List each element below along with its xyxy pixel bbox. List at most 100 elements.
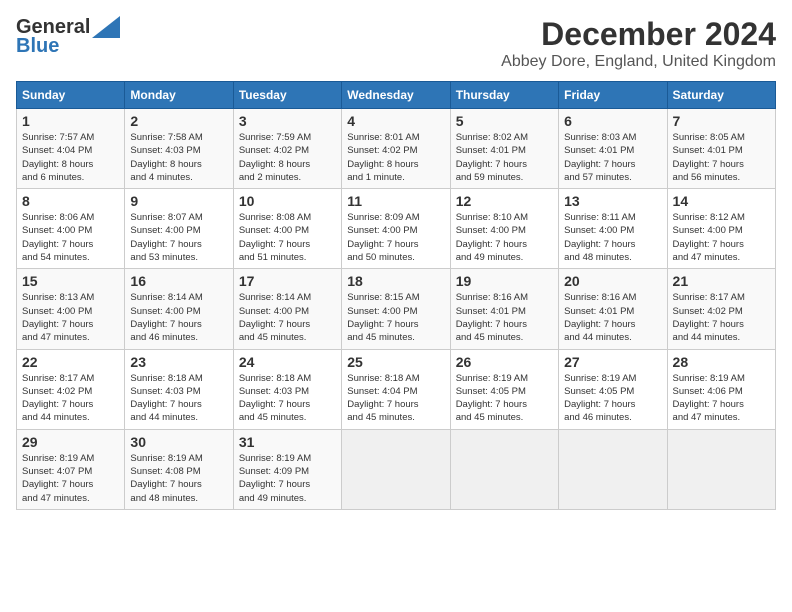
day-number: 9: [130, 193, 227, 209]
day-number: 14: [673, 193, 770, 209]
calendar-week-row: 29 Sunrise: 8:19 AMSunset: 4:07 PMDayligh…: [17, 429, 776, 509]
calendar-day-cell: 20 Sunrise: 8:16 AMSunset: 4:01 PMDayligh…: [559, 269, 667, 349]
calendar-week-row: 22 Sunrise: 8:17 AMSunset: 4:02 PMDayligh…: [17, 349, 776, 429]
day-number: 1: [22, 113, 119, 129]
calendar-day-cell: 15Sunrise: 8:13 AMSunset: 4:00 PMDayligh…: [17, 269, 125, 349]
calendar-header-row: SundayMondayTuesdayWednesdayThursdayFrid…: [17, 82, 776, 109]
day-info: Sunrise: 7:58 AMSunset: 4:03 PMDaylight:…: [130, 132, 202, 183]
day-number: 16: [130, 273, 227, 289]
calendar-day-cell: 25 Sunrise: 8:18 AMSunset: 4:04 PMDayligh…: [342, 349, 450, 429]
day-number: 31: [239, 434, 336, 450]
calendar-day-cell: 4 Sunrise: 8:01 AMSunset: 4:02 PMDaylight…: [342, 109, 450, 189]
calendar-day-cell: 23Sunrise: 8:18 AMSunset: 4:03 PMDayligh…: [125, 349, 233, 429]
day-number: 4: [347, 113, 444, 129]
column-header-friday: Friday: [559, 82, 667, 109]
day-info: Sunrise: 8:16 AMSunset: 4:01 PMDaylight:…: [564, 292, 636, 343]
calendar-empty-cell: [342, 429, 450, 509]
day-info: Sunrise: 8:02 AMSunset: 4:01 PMDaylight:…: [456, 132, 528, 183]
main-title: December 2024: [501, 16, 776, 53]
calendar-empty-cell: [450, 429, 558, 509]
calendar-week-row: 15Sunrise: 8:13 AMSunset: 4:00 PMDayligh…: [17, 269, 776, 349]
calendar-week-row: 1Sunrise: 7:57 AMSunset: 4:04 PMDaylight…: [17, 109, 776, 189]
day-info: Sunrise: 8:01 AMSunset: 4:02 PMDaylight:…: [347, 132, 419, 183]
title-area: December 2024 Abbey Dore, England, Unite…: [501, 16, 776, 71]
logo: General Blue: [16, 16, 120, 56]
calendar-day-cell: 11 Sunrise: 8:09 AMSunset: 4:00 PMDayligh…: [342, 189, 450, 269]
day-number: 25: [347, 354, 444, 370]
day-info: Sunrise: 8:19 AMSunset: 4:08 PMDaylight:…: [130, 453, 202, 504]
day-info: Sunrise: 8:15 AMSunset: 4:00 PMDaylight:…: [347, 292, 419, 343]
day-info: Sunrise: 8:19 AMSunset: 4:05 PMDaylight:…: [456, 373, 528, 424]
column-header-monday: Monday: [125, 82, 233, 109]
column-header-wednesday: Wednesday: [342, 82, 450, 109]
day-info: Sunrise: 8:12 AMSunset: 4:00 PMDaylight:…: [673, 212, 745, 263]
logo-icon: [92, 16, 120, 38]
day-info: Sunrise: 7:59 AMSunset: 4:02 PMDaylight:…: [239, 132, 311, 183]
column-header-sunday: Sunday: [17, 82, 125, 109]
day-info: Sunrise: 8:11 AMSunset: 4:00 PMDaylight:…: [564, 212, 636, 263]
day-number: 20: [564, 273, 661, 289]
column-header-saturday: Saturday: [667, 82, 775, 109]
calendar-day-cell: 10Sunrise: 8:08 AMSunset: 4:00 PMDayligh…: [233, 189, 341, 269]
day-info: Sunrise: 8:19 AMSunset: 4:06 PMDaylight:…: [673, 373, 745, 424]
day-number: 26: [456, 354, 553, 370]
day-info: Sunrise: 8:13 AMSunset: 4:00 PMDaylight:…: [22, 292, 94, 343]
calendar-day-cell: 7Sunrise: 8:05 AMSunset: 4:01 PMDaylight…: [667, 109, 775, 189]
day-info: Sunrise: 8:10 AMSunset: 4:00 PMDaylight:…: [456, 212, 528, 263]
calendar-empty-cell: [559, 429, 667, 509]
day-number: 11: [347, 193, 444, 209]
day-number: 24: [239, 354, 336, 370]
calendar-day-cell: 27 Sunrise: 8:19 AMSunset: 4:05 PMDayligh…: [559, 349, 667, 429]
calendar-day-cell: 13 Sunrise: 8:11 AMSunset: 4:00 PMDayligh…: [559, 189, 667, 269]
day-info: Sunrise: 8:18 AMSunset: 4:03 PMDaylight:…: [239, 373, 311, 424]
day-number: 6: [564, 113, 661, 129]
day-number: 22: [22, 354, 119, 370]
day-info: Sunrise: 8:07 AMSunset: 4:00 PMDaylight:…: [130, 212, 202, 263]
calendar-day-cell: 2 Sunrise: 7:58 AMSunset: 4:03 PMDaylight…: [125, 109, 233, 189]
day-number: 29: [22, 434, 119, 450]
day-info: Sunrise: 8:03 AMSunset: 4:01 PMDaylight:…: [564, 132, 636, 183]
day-number: 5: [456, 113, 553, 129]
day-info: Sunrise: 8:19 AMSunset: 4:05 PMDaylight:…: [564, 373, 636, 424]
day-number: 21: [673, 273, 770, 289]
calendar-day-cell: 21 Sunrise: 8:17 AMSunset: 4:02 PMDayligh…: [667, 269, 775, 349]
day-number: 30: [130, 434, 227, 450]
day-info: Sunrise: 8:17 AMSunset: 4:02 PMDaylight:…: [673, 292, 745, 343]
day-info: Sunrise: 8:05 AMSunset: 4:01 PMDaylight:…: [673, 132, 745, 183]
calendar-day-cell: 8Sunrise: 8:06 AMSunset: 4:00 PMDaylight…: [17, 189, 125, 269]
day-number: 27: [564, 354, 661, 370]
day-info: Sunrise: 8:08 AMSunset: 4:00 PMDaylight:…: [239, 212, 311, 263]
calendar-day-cell: 3 Sunrise: 7:59 AMSunset: 4:02 PMDaylight…: [233, 109, 341, 189]
day-info: Sunrise: 8:18 AMSunset: 4:03 PMDaylight:…: [130, 373, 202, 424]
column-header-thursday: Thursday: [450, 82, 558, 109]
calendar-day-cell: 14 Sunrise: 8:12 AMSunset: 4:00 PMDayligh…: [667, 189, 775, 269]
day-number: 19: [456, 273, 553, 289]
day-info: Sunrise: 8:06 AMSunset: 4:00 PMDaylight:…: [22, 212, 94, 263]
day-info: Sunrise: 8:18 AMSunset: 4:04 PMDaylight:…: [347, 373, 419, 424]
calendar-day-cell: 12Sunrise: 8:10 AMSunset: 4:00 PMDayligh…: [450, 189, 558, 269]
day-info: Sunrise: 8:09 AMSunset: 4:00 PMDaylight:…: [347, 212, 419, 263]
day-number: 13: [564, 193, 661, 209]
calendar-day-cell: 1Sunrise: 7:57 AMSunset: 4:04 PMDaylight…: [17, 109, 125, 189]
logo-blue-text: Blue: [16, 36, 59, 56]
day-number: 17: [239, 273, 336, 289]
day-info: Sunrise: 8:14 AMSunset: 4:00 PMDaylight:…: [239, 292, 311, 343]
calendar-table: SundayMondayTuesdayWednesdayThursdayFrid…: [16, 81, 776, 510]
calendar-week-row: 8Sunrise: 8:06 AMSunset: 4:00 PMDaylight…: [17, 189, 776, 269]
day-number: 2: [130, 113, 227, 129]
calendar-day-cell: 26 Sunrise: 8:19 AMSunset: 4:05 PMDayligh…: [450, 349, 558, 429]
day-number: 18: [347, 273, 444, 289]
calendar-day-cell: 28Sunrise: 8:19 AMSunset: 4:06 PMDayligh…: [667, 349, 775, 429]
day-info: Sunrise: 8:19 AMSunset: 4:07 PMDaylight:…: [22, 453, 94, 504]
calendar-empty-cell: [667, 429, 775, 509]
calendar-day-cell: 16Sunrise: 8:14 AMSunset: 4:00 PMDayligh…: [125, 269, 233, 349]
calendar-day-cell: 6 Sunrise: 8:03 AMSunset: 4:01 PMDaylight…: [559, 109, 667, 189]
calendar-day-cell: 5 Sunrise: 8:02 AMSunset: 4:01 PMDaylight…: [450, 109, 558, 189]
day-info: Sunrise: 8:17 AMSunset: 4:02 PMDaylight:…: [22, 373, 94, 424]
day-number: 3: [239, 113, 336, 129]
column-header-tuesday: Tuesday: [233, 82, 341, 109]
header: General Blue December 2024 Abbey Dore, E…: [16, 16, 776, 71]
calendar-day-cell: 18 Sunrise: 8:15 AMSunset: 4:00 PMDayligh…: [342, 269, 450, 349]
day-info: Sunrise: 8:16 AMSunset: 4:01 PMDaylight:…: [456, 292, 528, 343]
logo-text: General: [16, 17, 90, 37]
